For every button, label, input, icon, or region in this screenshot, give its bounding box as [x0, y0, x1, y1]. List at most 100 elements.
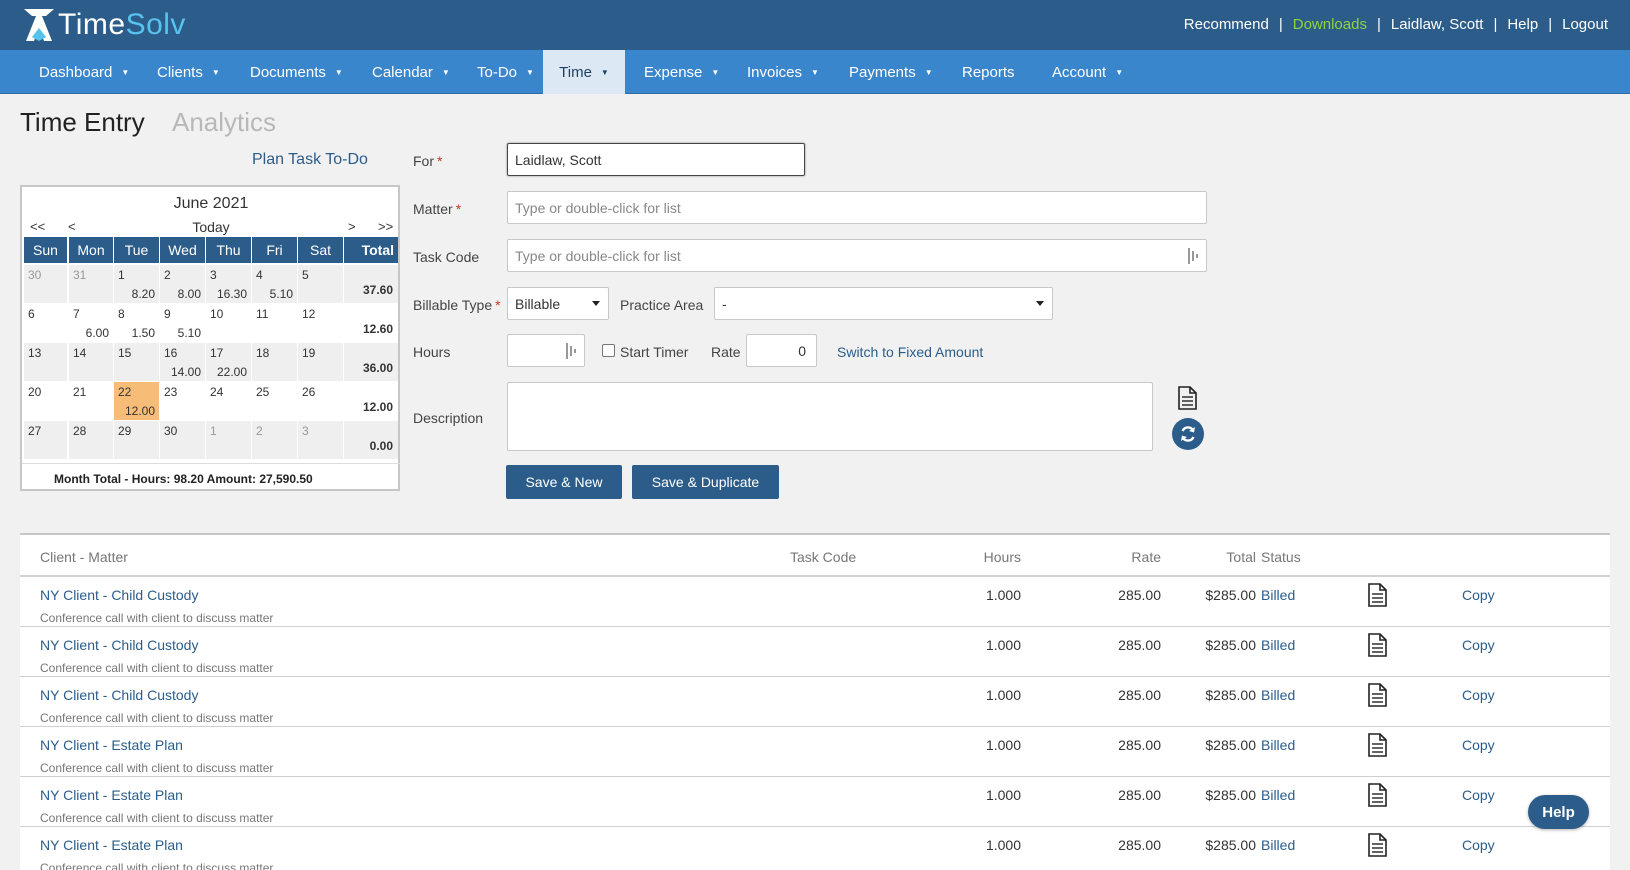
calendar-day[interactable]: 1 8.20 [114, 265, 159, 303]
downloads-link[interactable]: Downloads [1293, 16, 1367, 33]
col-rate[interactable]: Rate [1101, 549, 1161, 565]
save-new-button[interactable]: Save & New [506, 465, 622, 499]
calendar-day[interactable]: 19 [298, 343, 343, 381]
start-timer-checkbox[interactable] [602, 344, 615, 357]
calendar-day[interactable]: 23 [160, 382, 205, 420]
grip-icon[interactable] [1188, 248, 1198, 264]
col-task-code[interactable]: Task Code [790, 549, 856, 565]
client-matter-link[interactable]: NY Client - Estate Plan [40, 737, 183, 753]
table-row[interactable]: NY Client - Child Custody Conference call… [20, 677, 1610, 727]
table-row[interactable]: NY Client - Child Custody Conference call… [20, 577, 1610, 627]
client-matter-link[interactable]: NY Client - Estate Plan [40, 837, 183, 853]
billable-type-select[interactable]: Billable [507, 287, 609, 320]
nav-dashboard[interactable]: Dashboard ▼ [39, 50, 129, 94]
prev-year-button[interactable]: << [30, 219, 45, 234]
refresh-button[interactable] [1172, 418, 1204, 450]
calendar-day[interactable]: 16 14.00 [160, 343, 205, 381]
calendar-day[interactable]: 4 5.10 [252, 265, 297, 303]
calendar-day[interactable]: 7 6.00 [69, 304, 113, 342]
calendar-day[interactable]: 26 [298, 382, 343, 420]
help-link[interactable]: Help [1507, 16, 1538, 33]
copy-link[interactable]: Copy [1462, 587, 1495, 603]
nav-documents[interactable]: Documents ▼ [250, 50, 343, 94]
calendar-day[interactable]: 20 [24, 382, 67, 420]
calendar-day[interactable]: 21 [69, 382, 113, 420]
document-icon[interactable] [1366, 833, 1388, 857]
calendar-today-link[interactable]: Today [22, 219, 400, 235]
document-icon[interactable] [1366, 683, 1388, 707]
hours-input[interactable] [507, 334, 585, 367]
calendar-day[interactable]: 22 12.00 [114, 382, 159, 420]
next-month-button[interactable]: > [348, 219, 356, 234]
document-icon[interactable] [1366, 633, 1388, 657]
table-row[interactable]: NY Client - Estate Plan Conference call w… [20, 727, 1610, 777]
prev-month-button[interactable]: < [68, 219, 76, 234]
copy-link[interactable]: Copy [1462, 837, 1495, 853]
calendar-day[interactable]: 13 [24, 343, 67, 381]
calendar-day[interactable]: 24 [206, 382, 251, 420]
nav-payments[interactable]: Payments ▼ [849, 50, 933, 94]
client-matter-link[interactable]: NY Client - Child Custody [40, 637, 198, 653]
calendar-day[interactable]: 9 5.10 [160, 304, 205, 342]
plan-task-todo-link[interactable]: Plan Task To-Do [252, 151, 368, 169]
calendar-day[interactable]: 30 [24, 265, 67, 303]
document-icon[interactable] [1366, 583, 1388, 607]
nav-calendar[interactable]: Calendar ▼ [372, 50, 450, 94]
next-year-button[interactable]: >> [378, 219, 393, 234]
logout-link[interactable]: Logout [1562, 16, 1608, 33]
calendar-day[interactable]: 31 [69, 265, 113, 303]
calendar-day[interactable]: 17 22.00 [206, 343, 251, 381]
client-matter-link[interactable]: NY Client - Child Custody [40, 687, 198, 703]
nav-invoices[interactable]: Invoices ▼ [747, 50, 819, 94]
calendar-day[interactable]: 6 [24, 304, 67, 342]
description-textarea[interactable] [507, 382, 1153, 451]
calendar-day[interactable]: 12 [298, 304, 343, 342]
calendar-day[interactable]: 29 [114, 421, 159, 459]
for-input[interactable]: Laidlaw, Scott [507, 143, 805, 176]
switch-fixed-amount-link[interactable]: Switch to Fixed Amount [837, 344, 983, 360]
user-link[interactable]: Laidlaw, Scott [1391, 16, 1484, 33]
page-title[interactable]: Time Entry [20, 107, 145, 138]
calendar-day[interactable]: 18 [252, 343, 297, 381]
col-client-matter[interactable]: Client - Matter [40, 549, 128, 565]
calendar-day[interactable]: 11 [252, 304, 297, 342]
calendar-day[interactable]: 25 [252, 382, 297, 420]
recommend-link[interactable]: Recommend [1184, 16, 1269, 33]
calendar-day[interactable]: 14 [69, 343, 113, 381]
table-row[interactable]: NY Client - Estate Plan Conference call w… [20, 827, 1610, 870]
calendar-day[interactable]: 5 [298, 265, 343, 303]
calendar-day[interactable]: 10 [206, 304, 251, 342]
calendar-day[interactable]: 30 [160, 421, 205, 459]
rate-input[interactable]: 0 [746, 334, 817, 367]
practice-area-select[interactable]: - [714, 287, 1053, 320]
table-row[interactable]: NY Client - Child Custody Conference call… [20, 627, 1610, 677]
timesolv-logo[interactable]: TimeSolv [22, 7, 186, 43]
document-icon[interactable] [1366, 733, 1388, 757]
analytics-tab[interactable]: Analytics [172, 107, 276, 138]
calendar-day[interactable]: 27 [24, 421, 67, 459]
nav-account[interactable]: Account ▼ [1052, 50, 1123, 94]
start-timer-label[interactable]: Start Timer [620, 344, 688, 360]
nav-time[interactable]: Time ▼ [543, 50, 625, 94]
nav-expense[interactable]: Expense ▼ [644, 50, 719, 94]
calendar-day[interactable]: 3 16.30 [206, 265, 251, 303]
calendar-day[interactable]: 15 [114, 343, 159, 381]
calendar-day[interactable]: 2 8.00 [160, 265, 205, 303]
calendar-day[interactable]: 1 [206, 421, 251, 459]
help-button[interactable]: Help [1528, 795, 1589, 829]
document-icon[interactable] [1176, 386, 1198, 410]
calendar-day[interactable]: 3 [298, 421, 343, 459]
copy-link[interactable]: Copy [1462, 637, 1495, 653]
client-matter-link[interactable]: NY Client - Estate Plan [40, 787, 183, 803]
nav-reports[interactable]: Reports [962, 50, 1015, 94]
copy-link[interactable]: Copy [1462, 737, 1495, 753]
client-matter-link[interactable]: NY Client - Child Custody [40, 587, 198, 603]
document-icon[interactable] [1366, 783, 1388, 807]
col-hours[interactable]: Hours [961, 549, 1021, 565]
col-total[interactable]: Total [1196, 549, 1256, 565]
save-duplicate-button[interactable]: Save & Duplicate [632, 465, 779, 499]
grip-icon[interactable] [566, 343, 576, 359]
table-row[interactable]: NY Client - Estate Plan Conference call w… [20, 777, 1610, 827]
copy-link[interactable]: Copy [1462, 787, 1495, 803]
calendar-day[interactable]: 28 [69, 421, 113, 459]
